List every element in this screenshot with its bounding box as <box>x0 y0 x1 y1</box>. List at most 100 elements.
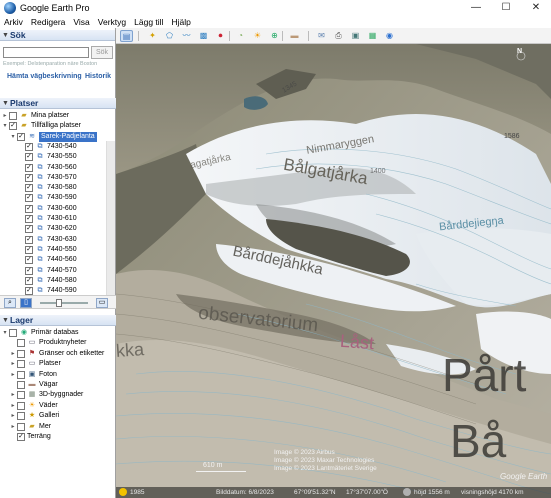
layer-item[interactable]: ▸ ★ Galleri <box>0 411 116 421</box>
places-item[interactable]: ✓ ⧉ 7430-550 <box>0 152 116 162</box>
places-item[interactable]: ✓ ⧉ 7430-590 <box>0 193 116 203</box>
expand-icon[interactable]: ▸ <box>10 422 16 432</box>
checkbox[interactable]: ✓ <box>25 245 33 254</box>
save-image-icon[interactable]: ▣ <box>349 30 362 42</box>
layer-item[interactable]: ✓ Terräng <box>0 432 116 442</box>
layers-panel-header[interactable]: ▼ Lager <box>0 315 116 326</box>
opacity-slider-thumb[interactable] <box>56 299 62 307</box>
historical-imagery-icon[interactable] <box>119 488 127 496</box>
checkbox[interactable] <box>9 329 17 337</box>
layer-item[interactable]: ▾ ◉ Primär databas <box>0 328 116 338</box>
email-icon[interactable]: ✉ <box>315 30 328 42</box>
maximize-button[interactable]: ☐ <box>491 0 521 16</box>
path-icon[interactable]: 〰 <box>180 30 193 42</box>
checkbox[interactable]: ✓ <box>25 225 33 234</box>
checkbox[interactable]: ✓ <box>17 433 25 441</box>
search-places-icon[interactable]: ⌕ <box>4 298 16 308</box>
search-panel-header[interactable]: ▼ Sök <box>0 30 115 41</box>
checkbox[interactable] <box>17 412 25 421</box>
checkbox[interactable]: ✓ <box>25 173 33 182</box>
expand-icon[interactable]: ▾ <box>10 132 16 142</box>
menu-lagg-till[interactable]: Lägg till <box>130 17 167 27</box>
checkbox[interactable] <box>17 339 25 348</box>
directions-link[interactable]: Hämta vägbeskrivning <box>7 73 82 80</box>
expand-icon[interactable]: ▸ <box>2 111 8 121</box>
checkbox[interactable]: ✓ <box>25 256 33 265</box>
expand-icon[interactable]: ▾ <box>2 328 8 338</box>
layer-item[interactable]: ▸ ▭ Platser <box>0 359 116 369</box>
checkbox[interactable]: ✓ <box>25 266 33 275</box>
search-button[interactable]: Sök <box>91 46 113 59</box>
ruler-icon[interactable]: ▬ <box>288 30 301 42</box>
expand-icon[interactable]: ▸ <box>10 401 16 411</box>
expand-icon[interactable]: ▾ <box>2 121 8 131</box>
earth-icon[interactable]: ◉ <box>383 30 396 42</box>
menu-verktyg[interactable]: Verktyg <box>94 17 130 27</box>
history-link[interactable]: Historik <box>85 73 111 80</box>
compass-north-icon[interactable]: N <box>517 48 522 55</box>
checkbox[interactable]: ✓ <box>25 287 33 296</box>
expand-icon[interactable]: ▸ <box>10 349 16 359</box>
checkbox[interactable]: ✓ <box>25 163 33 172</box>
close-button[interactable]: ✕ <box>521 0 551 16</box>
layer-item[interactable]: ▸ ▰ Mer <box>0 422 116 432</box>
layer-item[interactable]: ▭ Produktnyheter <box>0 338 116 348</box>
checkbox[interactable] <box>17 401 25 410</box>
places-item[interactable]: ✓ ⧉ 7440-560 <box>0 255 116 265</box>
maps-icon[interactable]: ▦ <box>366 30 379 42</box>
panel-toggle-icon[interactable]: ▯ <box>20 298 32 308</box>
expand-icon[interactable]: ▸ <box>10 411 16 421</box>
places-item[interactable]: ✓ ⧉ 7430-580 <box>0 183 116 193</box>
search-input[interactable] <box>3 47 89 58</box>
places-item[interactable]: ✓ ⧉ 7430-570 <box>0 173 116 183</box>
checkbox[interactable]: ✓ <box>17 132 25 141</box>
places-item[interactable]: ✓ ⧉ 7430-540 <box>0 142 116 152</box>
places-item[interactable]: ▾ ✓ ▰ Tillfälliga platser <box>0 121 116 131</box>
checkbox[interactable] <box>17 370 25 379</box>
placemark-icon[interactable]: ✦ <box>146 30 159 42</box>
expand-icon[interactable]: ▸ <box>10 390 16 400</box>
layer-item[interactable]: ▸ ⚑ Gränser och etiketter <box>0 349 116 359</box>
checkbox[interactable] <box>17 422 25 431</box>
places-item[interactable]: ✓ ⧉ 7440-550 <box>0 245 116 255</box>
places-item[interactable]: ✓ ⧉ 7430-560 <box>0 163 116 173</box>
checkbox[interactable]: ✓ <box>9 122 17 131</box>
checkbox[interactable]: ✓ <box>25 184 33 193</box>
places-item[interactable]: ✓ ⧉ 7430-600 <box>0 204 116 214</box>
folder-view-icon[interactable]: ▭ <box>96 298 108 308</box>
checkbox[interactable]: ✓ <box>25 215 33 223</box>
menu-hjalp[interactable]: Hjälp <box>167 17 194 27</box>
menu-redigera[interactable]: Redigera <box>27 17 70 27</box>
places-item[interactable]: ▸ ▰ Mina platser <box>0 111 116 121</box>
print-icon[interactable]: ⎙ <box>332 30 345 42</box>
places-item[interactable]: ✓ ⧉ 7440-580 <box>0 276 116 286</box>
map-view[interactable]: Bålgatjårka Bårddejiegŋa Bårddejåhkka ob… <box>116 44 551 498</box>
checkbox[interactable]: ✓ <box>25 153 33 162</box>
checkbox[interactable] <box>17 391 25 400</box>
planets-icon[interactable]: ⊕ <box>268 30 281 42</box>
checkbox[interactable]: ✓ <box>25 204 33 213</box>
places-panel-header[interactable]: ▼ Platser <box>0 98 116 109</box>
sunlight-icon[interactable]: ☀ <box>251 30 264 42</box>
image-overlay-icon[interactable]: ▩ <box>197 30 210 42</box>
checkbox[interactable] <box>9 112 17 120</box>
historical-imagery-icon[interactable]: ◔ <box>234 30 247 42</box>
record-tour-icon[interactable]: ⏺ <box>214 30 227 42</box>
layer-item[interactable]: ▸ ☀ Väder <box>0 401 116 411</box>
checkbox[interactable]: ✓ <box>25 235 33 244</box>
polygon-icon[interactable]: ⬠ <box>163 30 176 42</box>
places-item[interactable]: ▾ ✓ ≋ Sarek-Padjelanta <box>0 131 116 142</box>
places-item[interactable]: ✓ ⧉ 7440-570 <box>0 266 116 276</box>
layer-item[interactable]: ▬ Vägar <box>0 380 116 390</box>
places-item[interactable]: ✓ ⧉ 7430-610 <box>0 214 116 224</box>
expand-icon[interactable]: ▸ <box>10 359 16 369</box>
checkbox[interactable]: ✓ <box>25 276 33 285</box>
checkbox[interactable] <box>17 349 25 358</box>
places-item[interactable]: ✓ ⧉ 7430-620 <box>0 224 116 234</box>
checkbox[interactable]: ✓ <box>25 142 33 151</box>
places-item[interactable]: ✓ ⧉ 7430-630 <box>0 235 116 245</box>
layer-item[interactable]: ▸ ▣ Foton <box>0 370 116 380</box>
checkbox[interactable] <box>17 381 25 389</box>
expand-icon[interactable]: ▸ <box>10 370 16 380</box>
sidebar-icon[interactable]: ▤ <box>120 30 133 42</box>
